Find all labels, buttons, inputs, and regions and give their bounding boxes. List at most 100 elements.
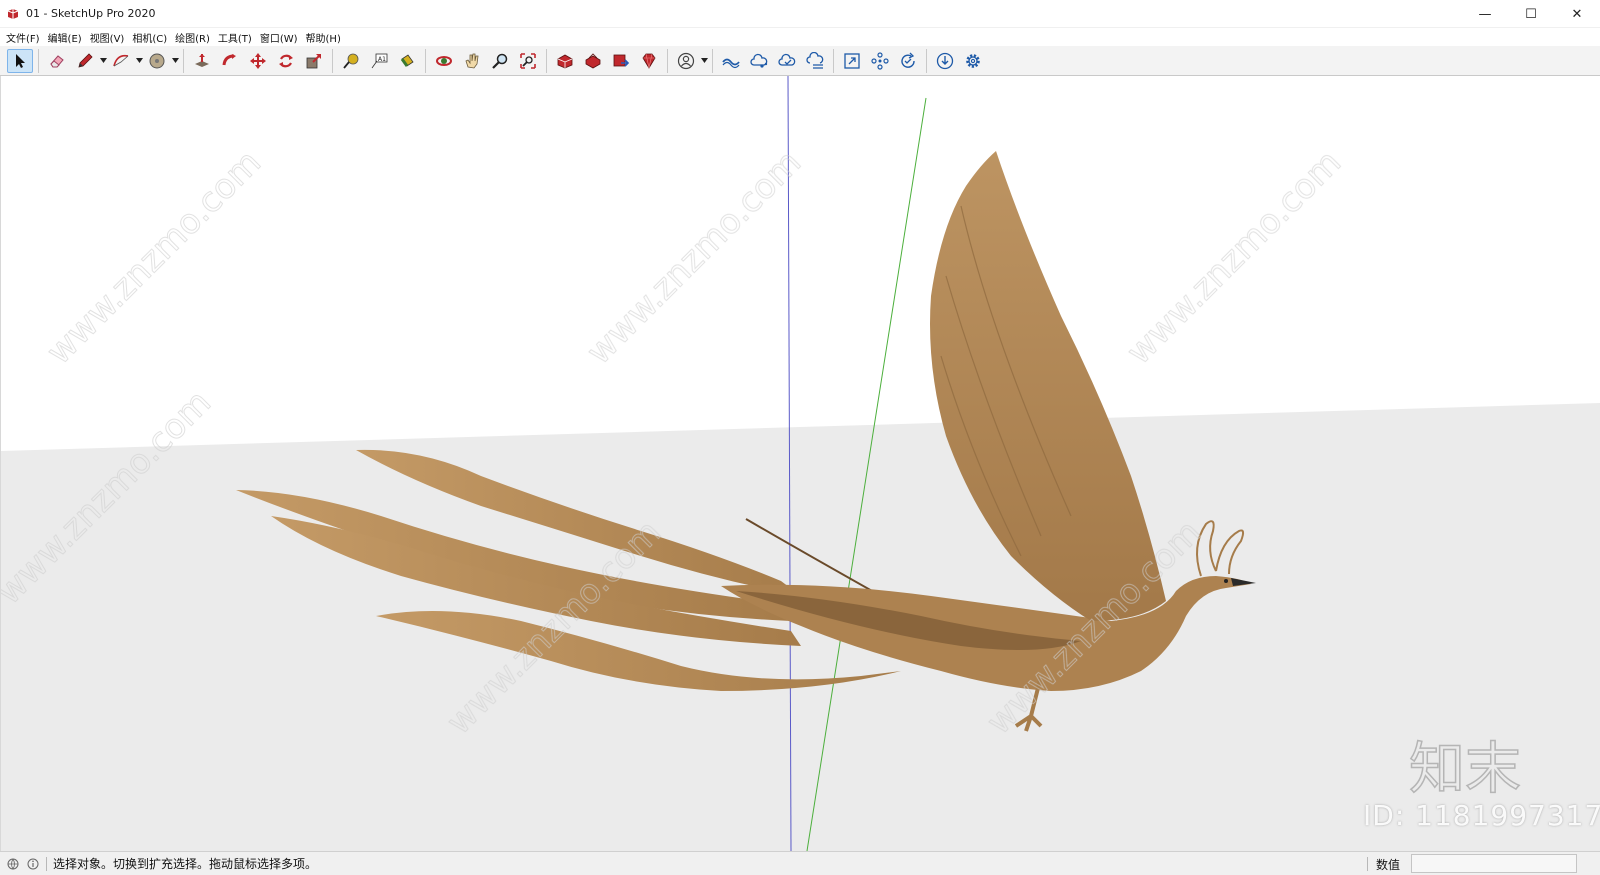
push-pull-icon: [195, 53, 209, 67]
download-tool-button[interactable]: [932, 49, 958, 73]
network-tool-button[interactable]: [867, 49, 893, 73]
scene-canvas[interactable]: www.znzmo.com www.znzmo.com www.znzmo.co…: [1, 76, 1600, 851]
toolbar-separator: [546, 48, 547, 73]
paint-bucket-tool-button[interactable]: [394, 49, 420, 73]
paint-bucket-icon: [400, 53, 414, 67]
warehouse-icon: [557, 54, 573, 68]
scale-tool-button[interactable]: [301, 49, 327, 73]
menu-edit[interactable]: 编辑(E): [46, 30, 88, 45]
refresh-check-icon: [901, 52, 915, 68]
pencil-icon: [78, 52, 93, 68]
watermark-logo-text: 知末: [1409, 737, 1521, 800]
status-message: 选择对象。切换到扩充选择。拖动鼠标选择多项。: [53, 857, 318, 871]
chevron-down-icon: [171, 58, 179, 63]
tape-measure-icon: [343, 53, 359, 69]
extension-manager-tool-button[interactable]: [636, 49, 662, 73]
large-tool-set-toolbar: A1: [0, 46, 1600, 76]
circle-shape-icon: [149, 53, 165, 68]
title-bar: 01 - SketchUp Pro 2020 — ☐ ✕: [0, 0, 1600, 28]
ruby-gem-icon: [642, 53, 656, 69]
menu-camera[interactable]: 相机(C): [130, 30, 173, 45]
orbit-tool-button[interactable]: [431, 49, 457, 73]
account-tool-dropdown[interactable]: [700, 49, 708, 73]
globe-icon: [7, 858, 19, 870]
menu-tools[interactable]: 工具(T): [216, 30, 258, 45]
toolbar-separator: [183, 48, 184, 73]
push-pull-tool-button[interactable]: [189, 49, 215, 73]
select-tool-button[interactable]: [7, 48, 33, 73]
text-label-icon: A1: [371, 53, 388, 68]
toolbar-separator: [833, 48, 834, 73]
3d-warehouse-tool-button[interactable]: [552, 49, 578, 73]
sketchup-app-icon: [7, 8, 19, 19]
close-button[interactable]: ✕: [1554, 0, 1600, 28]
menu-bar: 文件(F) 编辑(E) 视图(V) 相机(C) 绘图(R) 工具(T) 窗口(W…: [0, 28, 1600, 46]
arc-icon: [113, 54, 129, 66]
eraser-tool-button[interactable]: [44, 49, 70, 73]
hand-pan-icon: [465, 53, 479, 68]
extension-warehouse-tool-button[interactable]: [580, 49, 606, 73]
arc-tool-dropdown[interactable]: [135, 49, 143, 73]
tape-measure-tool-button[interactable]: [338, 49, 364, 73]
toolbar-separator: [38, 48, 39, 73]
watermark-text-1: www.znzmo.com: [39, 142, 269, 372]
toolbar-separator: [667, 48, 668, 73]
expand-frame-icon: [844, 52, 860, 69]
move-arrows-icon: [250, 52, 266, 69]
chevron-down-icon: [99, 58, 107, 63]
eraser-icon: [50, 54, 64, 67]
maximize-button[interactable]: ☐: [1508, 0, 1554, 28]
menu-window[interactable]: 窗口(W): [258, 30, 304, 45]
follow-me-icon: [222, 53, 236, 65]
refresh-tool-button[interactable]: [895, 49, 921, 73]
rotate-icon: [279, 54, 293, 67]
shape-tool-button[interactable]: [144, 49, 170, 73]
cloud-sync-tool-button[interactable]: [774, 49, 800, 73]
watermark-text-3: www.znzmo.com: [1119, 142, 1349, 372]
gear-icon: [966, 53, 980, 68]
toolbar-separator: [926, 48, 927, 73]
measurements-label: 数值: [1376, 858, 1401, 872]
layout-icon: [613, 54, 630, 67]
expand-tool-button[interactable]: [839, 49, 865, 73]
status-separator: [46, 856, 47, 871]
move-tool-button[interactable]: [245, 49, 271, 73]
ground-plane: [1, 403, 1600, 851]
modeling-viewport[interactable]: www.znzmo.com www.znzmo.com www.znzmo.co…: [0, 76, 1600, 851]
zoom-tool-button[interactable]: [487, 49, 513, 73]
measurements-input[interactable]: [1411, 854, 1577, 873]
cloud-share-icon: [750, 53, 768, 68]
user-account-icon: [677, 52, 695, 69]
geolocation-status[interactable]: [6, 857, 20, 871]
text-tool-button[interactable]: A1: [366, 49, 392, 73]
scale-icon: [306, 53, 321, 68]
pan-tool-button[interactable]: [459, 49, 485, 73]
send-to-layout-tool-button[interactable]: [608, 49, 634, 73]
line-tool-button[interactable]: [72, 49, 98, 73]
follow-me-tool-button[interactable]: [217, 49, 243, 73]
minimize-button[interactable]: —: [1462, 0, 1508, 28]
arc-tool-button[interactable]: [108, 49, 134, 73]
cloud-share-tool-button[interactable]: [746, 49, 772, 73]
extension-icon: [585, 52, 601, 68]
trimble-connect-tool-button[interactable]: [718, 49, 744, 73]
rotate-tool-button[interactable]: [273, 49, 299, 73]
menu-help[interactable]: 帮助(H): [304, 30, 347, 45]
watermark-text-2: www.znzmo.com: [579, 142, 809, 372]
measurements-separator: [1367, 857, 1368, 871]
menu-view[interactable]: 视图(V): [88, 30, 131, 45]
cloud-list-tool-button[interactable]: [802, 49, 828, 73]
info-icon: [27, 858, 39, 869]
menu-draw[interactable]: 绘图(R): [173, 30, 216, 45]
window-title: 01 - SketchUp Pro 2020: [26, 7, 156, 20]
credits-status[interactable]: [26, 857, 40, 871]
settings-tool-button[interactable]: [960, 49, 986, 73]
zoom-extents-tool-button[interactable]: [515, 49, 541, 73]
menu-file[interactable]: 文件(F): [4, 30, 46, 45]
toolbar-separator: [425, 48, 426, 73]
watermark-id: ID: 1181997317: [1363, 799, 1600, 832]
window-controls: — ☐ ✕: [1462, 0, 1600, 28]
account-tool-button[interactable]: [673, 49, 699, 73]
shape-tool-dropdown[interactable]: [171, 49, 179, 73]
line-tool-dropdown[interactable]: [99, 49, 107, 73]
